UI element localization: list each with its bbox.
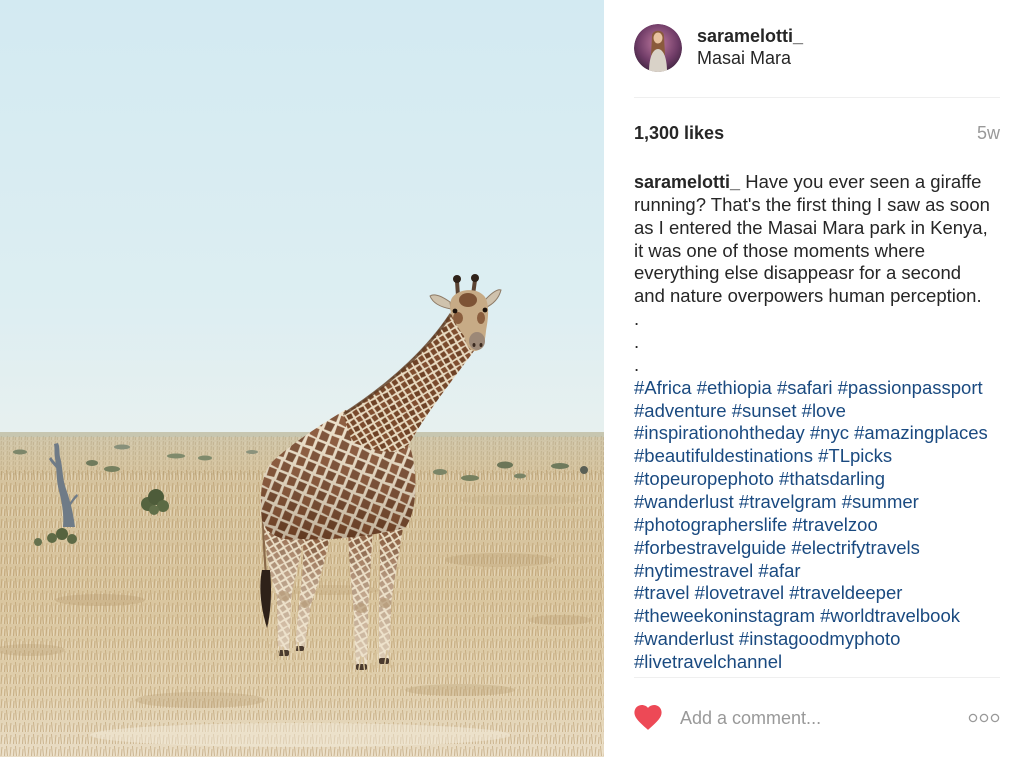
hashtag-link[interactable]: #travelgram xyxy=(739,491,837,512)
hashtag-link[interactable]: #thatsdarling xyxy=(779,468,885,489)
hashtag-link[interactable]: #summer xyxy=(842,491,919,512)
hashtag-link[interactable]: #nyc xyxy=(810,422,849,443)
hashtag-link[interactable]: #instagoodmyphoto xyxy=(739,628,900,649)
caption-line: . xyxy=(634,331,1014,354)
caption-line: . xyxy=(634,308,1014,331)
caption-line: and nature overpowers human perception. xyxy=(634,285,1014,308)
post-photo[interactable] xyxy=(0,0,604,757)
hashtag-link[interactable]: #afar xyxy=(758,560,800,581)
hashtag-link[interactable]: #love xyxy=(802,400,846,421)
hashtag-link[interactable]: #beautifuldestinations xyxy=(634,445,813,466)
caption-text: . xyxy=(634,308,640,330)
hashtag-link[interactable]: #sunset xyxy=(732,400,797,421)
hashtag-line: #Africa #ethiopia #safari #passionpasspo… xyxy=(634,377,1014,400)
hashtag-link[interactable]: #topeuropephoto xyxy=(634,468,774,489)
comments-divider xyxy=(634,677,1000,678)
hashtag-link[interactable]: #adventure xyxy=(634,400,727,421)
caption-line: . xyxy=(634,354,1014,377)
hashtag-line: #adventure #sunset #love xyxy=(634,400,1014,423)
caption-line: running? That's the first thing I saw as… xyxy=(634,194,1014,217)
hashtag-link[interactable]: #Africa xyxy=(634,377,692,398)
hashtag-link[interactable]: #safari xyxy=(777,377,833,398)
caption: saramelotti_ Have you ever seen a giraff… xyxy=(634,171,1014,674)
header-divider xyxy=(634,97,1000,98)
caption-line: it was one of those moments where xyxy=(634,240,1014,263)
hashtag-line: #forbestravelguide #electrifytravels xyxy=(634,537,1014,560)
more-options-icon xyxy=(968,713,1000,723)
hashtag-link[interactable]: #livetravelchannel xyxy=(634,651,782,672)
hashtag-line: #nytimestravel #afar xyxy=(634,560,1014,583)
post-author-username[interactable]: saramelotti_ xyxy=(697,25,803,47)
caption-line: everything else disappeasr for a second xyxy=(634,262,1014,285)
caption-text: running? That's the first thing I saw as… xyxy=(634,193,990,215)
hashtag-link[interactable]: #nytimestravel xyxy=(634,560,753,581)
post-location[interactable]: Masai Mara xyxy=(697,47,791,69)
caption-text: . xyxy=(634,353,640,375)
post-photo-image xyxy=(0,0,604,757)
like-button[interactable] xyxy=(634,705,662,730)
hashtag-link[interactable]: #TLpicks xyxy=(818,445,892,466)
post-timestamp[interactable]: 5w xyxy=(977,122,1000,144)
hashtag-link[interactable]: #inspirationohtheday xyxy=(634,422,805,443)
hashtag-line: #wanderlust #travelgram #summer xyxy=(634,491,1014,514)
caption-username[interactable]: saramelotti_ xyxy=(634,172,740,192)
caption-text: as I entered the Masai Mara park in Keny… xyxy=(634,216,988,238)
caption-line: saramelotti_ Have you ever seen a giraff… xyxy=(634,171,1014,194)
caption-text: and nature overpowers human perception. xyxy=(634,285,982,307)
hashtag-link[interactable]: #amazingplaces xyxy=(854,422,988,443)
likes-count[interactable]: 1,300 likes xyxy=(634,122,724,144)
sky xyxy=(0,0,604,434)
hashtag-line: #photographerslife #travelzoo xyxy=(634,514,1014,537)
hashtag-line: #theweekoninstagram #worldtravelbook xyxy=(634,605,1014,628)
heart-icon xyxy=(634,705,662,730)
hashtag-link[interactable]: #travelzoo xyxy=(792,514,877,535)
comment-input[interactable] xyxy=(680,706,960,730)
hashtag-line: #wanderlust #instagoodmyphoto xyxy=(634,628,1014,651)
hashtag-link[interactable]: #passionpassport xyxy=(838,377,983,398)
caption-text: . xyxy=(634,331,640,353)
hashtag-link[interactable]: #traveldeeper xyxy=(789,582,902,603)
hashtag-link[interactable]: #forbestravelguide xyxy=(634,537,786,558)
caption-text: Have you ever seen a giraffe xyxy=(745,171,982,192)
hashtag-link[interactable]: #photographerslife xyxy=(634,514,787,535)
hashtag-line: #inspirationohtheday #nyc #amazingplaces xyxy=(634,422,1014,445)
caption-text: it was one of those moments where xyxy=(634,239,926,261)
caption-text: everything else disappeasr for a second xyxy=(634,262,962,284)
hashtag-link[interactable]: #wanderlust xyxy=(634,491,734,512)
more-options-button[interactable] xyxy=(966,712,1000,724)
hashtag-link[interactable]: #electrifytravels xyxy=(791,537,920,558)
avatar[interactable] xyxy=(634,24,682,72)
hashtag-link[interactable]: #ethiopia xyxy=(697,377,772,398)
avatar-image xyxy=(634,24,682,72)
hashtag-line: #travel #lovetravel #traveldeeper xyxy=(634,582,1014,605)
post-details-panel: saramelotti_ Masai Mara 1,300 likes 5w s… xyxy=(604,0,1024,757)
hashtag-link[interactable]: #wanderlust xyxy=(634,628,734,649)
hashtag-link[interactable]: #travel xyxy=(634,582,690,603)
hashtag-line: #beautifuldestinations #TLpicks xyxy=(634,445,1014,468)
hashtag-line: #livetravelchannel xyxy=(634,651,1014,674)
hashtag-link[interactable]: #theweekoninstagram xyxy=(634,605,815,626)
hashtag-link[interactable]: #lovetravel xyxy=(695,582,784,603)
hashtag-link[interactable]: #worldtravelbook xyxy=(820,605,960,626)
hashtag-line: #topeuropephoto #thatsdarling xyxy=(634,468,1014,491)
caption-line: as I entered the Masai Mara park in Keny… xyxy=(634,217,1014,240)
